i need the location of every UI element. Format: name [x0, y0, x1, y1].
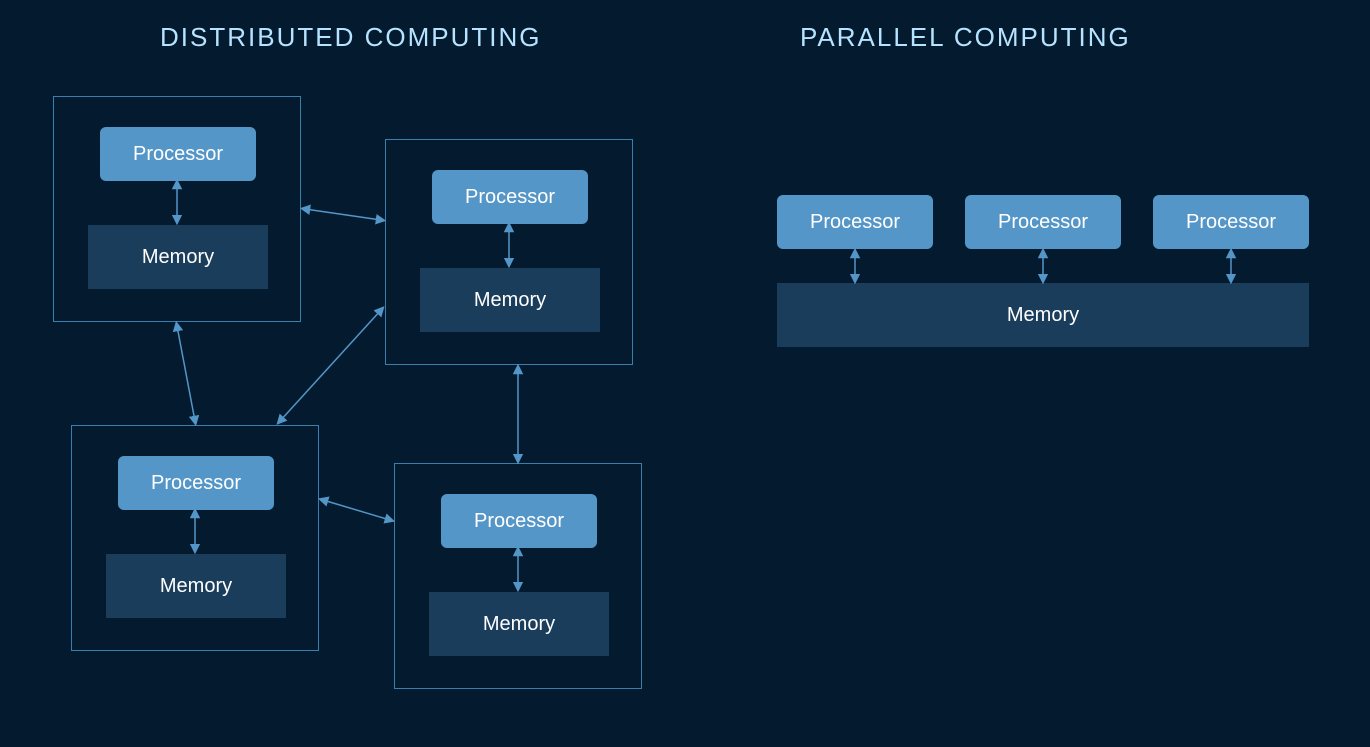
title-distributed: DISTRIBUTED COMPUTING — [160, 22, 541, 53]
arrow-n1-n2 — [305, 209, 381, 220]
distributed-node-1: Processor Memory — [53, 96, 301, 322]
parallel-processor-3: Processor — [1153, 195, 1309, 249]
memory-box: Memory — [106, 554, 286, 618]
memory-box: Memory — [88, 225, 268, 289]
processor-box: Processor — [441, 494, 597, 548]
arrow-n3-n2 — [280, 310, 381, 421]
distributed-node-3: Processor Memory — [71, 425, 319, 651]
distributed-node-4: Processor Memory — [394, 463, 642, 689]
memory-box: Memory — [420, 268, 600, 332]
memory-box: Memory — [429, 592, 609, 656]
arrow-n3-n4 — [323, 500, 390, 520]
title-parallel: PARALLEL COMPUTING — [800, 22, 1131, 53]
processor-box: Processor — [432, 170, 588, 224]
processor-box: Processor — [100, 127, 256, 181]
parallel-processor-1: Processor — [777, 195, 933, 249]
processor-box: Processor — [118, 456, 274, 510]
distributed-node-2: Processor Memory — [385, 139, 633, 365]
parallel-processor-2: Processor — [965, 195, 1121, 249]
arrow-n1-n3 — [177, 326, 195, 421]
parallel-shared-memory: Memory — [777, 283, 1309, 347]
